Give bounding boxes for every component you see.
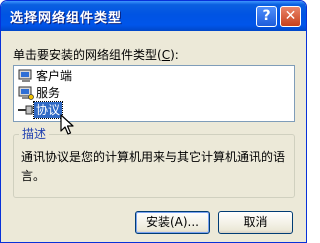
- install-button[interactable]: 安装(A)...: [135, 211, 210, 234]
- mouse-pointer-icon: [60, 114, 74, 135]
- question-mark-icon: ?: [262, 8, 271, 24]
- list-item-label: 协议: [32, 101, 64, 119]
- dialog-window: 选择网络组件类型 ? ✕ 单击要安装的网络组件类型(C): 客户端 服务 协议 …: [0, 0, 307, 243]
- service-icon: [18, 86, 34, 100]
- component-type-prompt: 单击要安装的网络组件类型(C):: [13, 48, 179, 62]
- close-button[interactable]: ✕: [280, 6, 301, 27]
- description-legend: 描述: [19, 125, 50, 142]
- dialog-title: 选择网络组件类型: [10, 11, 123, 26]
- computer-client-icon: [18, 69, 32, 82]
- cancel-button[interactable]: 取消: [218, 211, 293, 234]
- title-bar[interactable]: 选择网络组件类型 ? ✕: [1, 1, 306, 31]
- help-button[interactable]: ?: [256, 6, 277, 27]
- component-type-list[interactable]: 客户端 服务 协议: [13, 65, 295, 122]
- description-text: 通讯协议是您的计算机用来与其它计算机通讯的语言。: [21, 150, 286, 183]
- close-icon: ✕: [284, 8, 297, 24]
- list-item-label: 服务: [36, 86, 61, 100]
- protocol-icon: [18, 105, 34, 115]
- list-item-label: 客户端: [36, 69, 73, 83]
- shortcut-key: C: [161, 48, 171, 62]
